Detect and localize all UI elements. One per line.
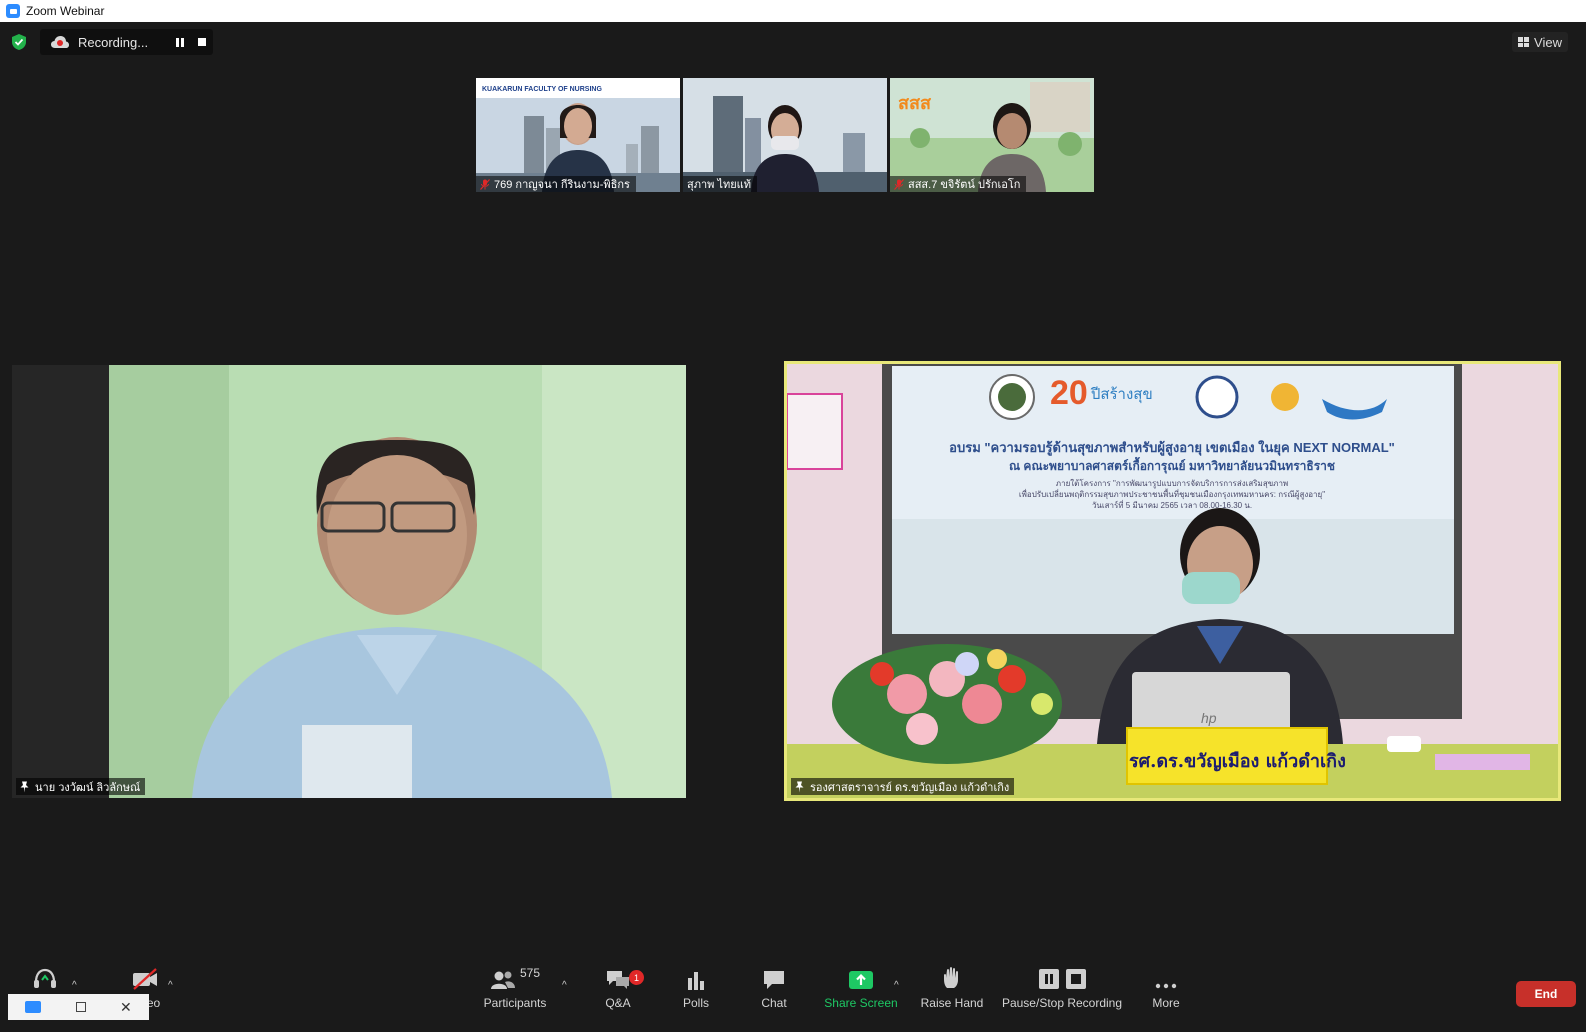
chat-icon: [764, 971, 784, 989]
share-screen-button[interactable]: Share Screen: [822, 960, 900, 1010]
participant-name: 769 กาญจนา กีรินงาม-พิธิกร: [494, 179, 630, 191]
speaker-video-left: [12, 365, 686, 798]
pin-icon: [20, 781, 29, 792]
chat-button[interactable]: Chat: [754, 960, 794, 1010]
video-off-icon: [133, 968, 157, 990]
stop-recording-button[interactable]: [191, 31, 213, 53]
video-options-caret[interactable]: ^: [168, 980, 173, 991]
grid-view-icon: [1518, 37, 1530, 47]
more-icon: [1155, 983, 1177, 989]
end-webinar-button[interactable]: End: [1516, 981, 1576, 1007]
main-video-right-active-speaker[interactable]: 20 ปีสร้างสุข อบรม "ความรอบรู้ด้านสุขภาพ…: [784, 361, 1561, 801]
polls-icon: [688, 972, 704, 990]
laptop-logo: hp: [1201, 710, 1217, 726]
main-video-left[interactable]: นาย วงวัฒน์ ลิวลักษณ์: [12, 365, 686, 798]
participants-button[interactable]: 575 Participants: [478, 960, 552, 1010]
qa-label: Q&A: [605, 996, 631, 1010]
participant-name: สสส.7 ขจิรัตน์ ปรักเอโก: [908, 179, 1021, 191]
participants-label: Participants: [483, 996, 547, 1010]
zoom-taskbar-icon[interactable]: [25, 1001, 42, 1013]
participant-name: สุภาพ ไทยแท้: [687, 179, 752, 191]
pin-icon: [795, 781, 804, 792]
view-label: View: [1534, 34, 1562, 50]
participant-name-tag: รองศาสตราจารย์ ดร.ขวัญเมือง แก้วดำเกิง: [791, 778, 1015, 795]
participant-name: นาย วงวัฒน์ ลิวลักษณ์: [35, 781, 141, 794]
slide-subtitle: ณ คณะพยาบาลศาสตร์เกื้อการุณย์ มหาวิทยาลั…: [1008, 459, 1336, 473]
audio-options-caret[interactable]: ^: [72, 980, 77, 991]
window-titlebar: Zoom Webinar: [0, 0, 1586, 22]
security-shield-icon[interactable]: [10, 33, 28, 51]
slide-badge-20: 20 ปีสร้างสุข: [1050, 374, 1153, 413]
participant-thumbnail-3[interactable]: สสส สสส.7 ขจิรัตน์ ปรักเอโก: [890, 78, 1094, 192]
slide-badge-subtitle: ปีสร้างสุข: [1090, 385, 1153, 403]
more-button[interactable]: More: [1146, 960, 1186, 1010]
pause-stop-recording-button[interactable]: Pause/Stop Recording: [1000, 960, 1124, 1010]
share-options-caret[interactable]: ^: [894, 980, 899, 991]
taskbar-window-popup: ✕: [8, 994, 149, 1020]
raise-hand-button[interactable]: Raise Hand: [918, 960, 986, 1010]
zoom-app-icon: [6, 4, 20, 18]
slide-line-3: วันเสาร์ที่ 5 มีนาคม 2565 เวลา 08.00-16.…: [1091, 501, 1253, 510]
mic-muted-icon: [480, 178, 490, 190]
participants-options-caret[interactable]: ^: [562, 980, 567, 991]
maximize-icon[interactable]: [75, 1002, 86, 1012]
raise-hand-label: Raise Hand: [920, 996, 984, 1010]
qa-icon: [607, 971, 629, 989]
thumbnail-banner: KUAKARUN FACULTY OF NURSING: [482, 86, 602, 93]
meeting-toolbar: ^ Video ^ 575 Participants ^: [0, 960, 1586, 1032]
mic-muted-icon: [894, 178, 904, 190]
speaker-nameplate: รศ.ดร.ขวัญเมือง แก้วดำเกิง: [1129, 751, 1346, 772]
qa-notification-badge: 1: [629, 970, 644, 985]
pause-recording-icon: [1038, 969, 1059, 989]
audio-button[interactable]: [30, 960, 60, 996]
participant-name-tag: สสส.7 ขจิรัตน์ ปรักเอโก: [890, 176, 1027, 192]
raise-hand-icon: [944, 967, 958, 988]
recording-indicator: Recording...: [40, 29, 213, 55]
thumbnail-banner: สสส: [898, 93, 931, 113]
polls-label: Polls: [682, 996, 709, 1010]
participants-icon: [490, 971, 515, 989]
chat-label: Chat: [761, 996, 787, 1010]
view-button[interactable]: View: [1512, 32, 1568, 52]
participant-name-tag: 769 กาญจนา กีรินงาม-พิธิกร: [476, 176, 636, 192]
participant-name-tag: สุภาพ ไทยแท้: [683, 176, 758, 192]
stop-recording-icon: [1065, 969, 1086, 989]
participant-name-tag: นาย วงวัฒน์ ลิวลักษณ์: [16, 778, 146, 795]
recording-text: Recording...: [78, 34, 149, 50]
window-title: Zoom Webinar: [26, 4, 105, 18]
participant-thumbnail-1[interactable]: KUAKARUN FACULTY OF NURSING 769 กาญจนา ก…: [476, 78, 680, 192]
slide-badge-number: 20: [1050, 374, 1088, 412]
more-label: More: [1152, 996, 1180, 1010]
participant-thumbnail-2[interactable]: สุภาพ ไทยแท้: [683, 78, 887, 192]
speaker-video-right: [787, 364, 1558, 798]
share-screen-label: Share Screen: [824, 996, 898, 1010]
headphones-icon: [34, 968, 56, 988]
pause-recording-button[interactable]: [169, 31, 191, 53]
share-screen-icon: [849, 971, 873, 989]
participants-count: 575: [519, 966, 541, 980]
participant-name: รองศาสตราจารย์ ดร.ขวัญเมือง แก้วดำเกิง: [810, 781, 1010, 794]
polls-button[interactable]: Polls: [676, 960, 716, 1010]
pause-stop-recording-label: Pause/Stop Recording: [1001, 996, 1123, 1010]
slide-title: อบรม "ความรอบรู้ด้านสุขภาพสำหรับผู้สูงอา…: [949, 440, 1395, 455]
close-icon[interactable]: ✕: [120, 999, 132, 1016]
cloud-recording-icon: [51, 36, 69, 48]
qa-button[interactable]: 1 Q&A: [598, 960, 644, 1010]
